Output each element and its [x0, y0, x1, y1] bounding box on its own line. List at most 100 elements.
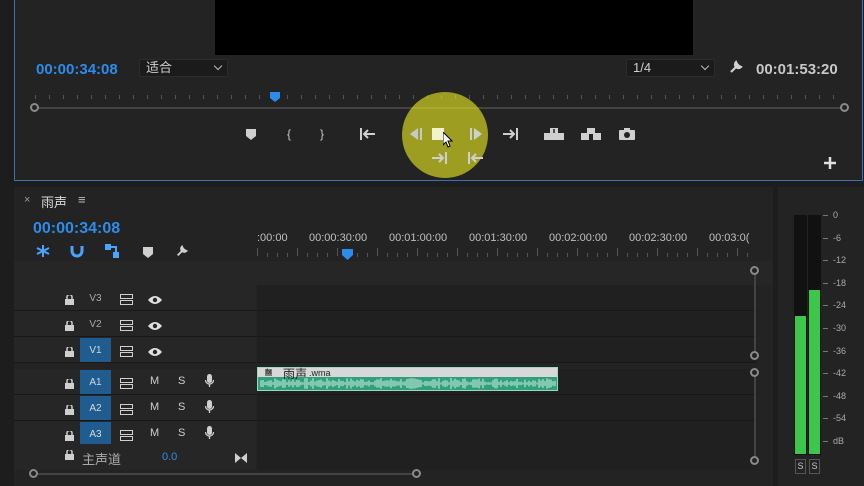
track-lane-v2[interactable]	[257, 311, 757, 337]
track-lane-v3[interactable]	[257, 285, 757, 311]
ruler-tick	[407, 253, 408, 257]
nest-icon	[36, 245, 50, 257]
monitor-ruler-tick	[231, 95, 232, 99]
sync-lock-icon[interactable]	[120, 292, 133, 310]
microphone-icon[interactable]	[204, 374, 215, 393]
audio-tracks-scrollbar[interactable]	[754, 373, 756, 459]
timeline-zoom-handle-right[interactable]	[412, 469, 421, 478]
video-scroll-handle-top[interactable]	[750, 266, 759, 275]
export-frame-button[interactable]	[616, 125, 638, 143]
solo-right-button[interactable]: S	[809, 459, 820, 474]
monitor-zoom-handle-left[interactable]	[30, 103, 39, 112]
ruler-tick	[257, 248, 258, 256]
solo-left-button[interactable]: S	[795, 459, 806, 474]
master-pan-icon[interactable]	[235, 450, 247, 468]
ruler-label: 00:01:30:00	[469, 232, 528, 244]
go-to-in-button[interactable]	[357, 125, 379, 143]
step-forward-button[interactable]	[465, 125, 487, 143]
track-target-a3[interactable]: A3	[80, 422, 111, 446]
mark-in-icon: {	[286, 127, 291, 141]
microphone-icon[interactable]	[204, 400, 215, 419]
ruler-tick	[607, 253, 608, 257]
video-tracks-scrollbar[interactable]	[754, 269, 756, 355]
eye-icon[interactable]	[148, 292, 162, 310]
step-back-button[interactable]	[405, 125, 427, 143]
track-target-v3[interactable]: V3	[80, 286, 111, 310]
fit-dropdown[interactable]: 适合	[139, 59, 228, 77]
sync-lock-icon[interactable]	[120, 318, 133, 336]
mark-in-button[interactable]: {	[278, 125, 300, 143]
solo-button[interactable]: S	[178, 427, 185, 439]
solo-button[interactable]: S	[178, 401, 185, 413]
mute-button[interactable]: M	[150, 427, 159, 439]
monitor-ruler-tick	[287, 95, 288, 99]
video-scroll-handle-bottom[interactable]	[750, 351, 759, 360]
solo-button[interactable]: S	[178, 375, 185, 387]
monitor-ruler-tick	[161, 95, 162, 99]
monitor-ruler-tick	[49, 95, 50, 99]
ruler-label: 00:01:00:00	[389, 232, 448, 244]
audio-scroll-handle-top[interactable]	[750, 368, 759, 377]
monitor-ruler-tick	[343, 95, 344, 99]
master-volume-value[interactable]: 0.0	[162, 451, 177, 463]
hamburger-menu-icon[interactable]: ≡	[78, 192, 86, 207]
timeline-zoom-handle-left[interactable]	[29, 469, 38, 478]
eye-icon[interactable]	[148, 344, 162, 362]
add-button[interactable]	[823, 156, 837, 170]
track-target-v1[interactable]: V1	[80, 338, 111, 362]
db-tick	[823, 282, 828, 284]
extract-button[interactable]	[580, 125, 602, 143]
lock-icon[interactable]	[65, 318, 74, 336]
lock-icon[interactable]	[65, 376, 74, 394]
sync-lock-icon[interactable]	[120, 344, 133, 362]
track-lane-v1[interactable]	[257, 337, 757, 363]
ruler-tick	[627, 253, 628, 257]
mute-button[interactable]: M	[150, 401, 159, 413]
audio-scroll-handle-bottom[interactable]	[750, 456, 759, 465]
lock-icon[interactable]	[65, 402, 74, 420]
add-marker-button[interactable]	[240, 125, 262, 143]
timeline-playhead[interactable]	[342, 247, 353, 260]
lock-icon[interactable]	[65, 292, 74, 310]
go-to-out-button[interactable]	[499, 125, 521, 143]
wrench-icon[interactable]	[728, 59, 744, 75]
monitor-ruler-tick	[217, 95, 218, 99]
sync-lock-icon[interactable]	[120, 376, 133, 394]
ruler-tick	[557, 253, 558, 257]
timeline-current-timecode[interactable]: 00:00:34:08	[33, 220, 120, 238]
lock-icon[interactable]	[65, 344, 74, 362]
sync-lock-icon[interactable]	[120, 402, 133, 420]
mute-button[interactable]: M	[150, 375, 159, 387]
lock-icon[interactable]	[65, 448, 74, 463]
monitor-ruler-tick	[175, 95, 176, 99]
db-tick-label: -18	[833, 277, 847, 288]
ruler-tick	[717, 253, 718, 257]
monitor-ruler-tick	[203, 95, 204, 99]
microphone-icon[interactable]	[204, 426, 215, 445]
eye-icon[interactable]	[148, 318, 162, 336]
timeline-zoom-bar[interactable]	[34, 473, 417, 475]
mark-out-button[interactable]: }	[311, 125, 333, 143]
lift-button[interactable]	[543, 125, 565, 143]
overwrite-button[interactable]	[465, 149, 487, 167]
monitor-playhead[interactable]	[270, 89, 281, 102]
marker-icon	[143, 247, 153, 258]
ruler-tick	[487, 253, 488, 257]
audio-clip-rain[interactable]: fx 雨声 .wma	[257, 367, 558, 391]
monitor-current-timecode[interactable]: 00:00:34:08	[36, 61, 118, 78]
monitor-ruler-tick	[721, 95, 722, 99]
sequence-tab-title[interactable]: 雨声	[41, 192, 67, 211]
close-tab-icon[interactable]: ×	[24, 194, 30, 206]
ruler-label: 00:03:0(	[709, 232, 750, 244]
track-header-v2: V2	[14, 311, 256, 337]
track-target-a1[interactable]: A1	[80, 370, 111, 394]
monitor-zoom-handle-right[interactable]	[840, 103, 849, 112]
track-target-v2[interactable]: V2	[80, 312, 111, 336]
monitor-ruler-tick	[777, 95, 778, 99]
track-target-a2[interactable]: A2	[80, 396, 111, 420]
track-lane-a2[interactable]	[257, 395, 757, 421]
resolution-dropdown[interactable]: 1/4	[626, 59, 715, 77]
db-tick-label: dB	[833, 436, 845, 446]
timeline-time-ruler[interactable]: :00:00 00:00:30:00 00:01:00:00 00:01:30:00 0…	[257, 231, 751, 261]
program-video-frame[interactable]	[215, 0, 693, 55]
